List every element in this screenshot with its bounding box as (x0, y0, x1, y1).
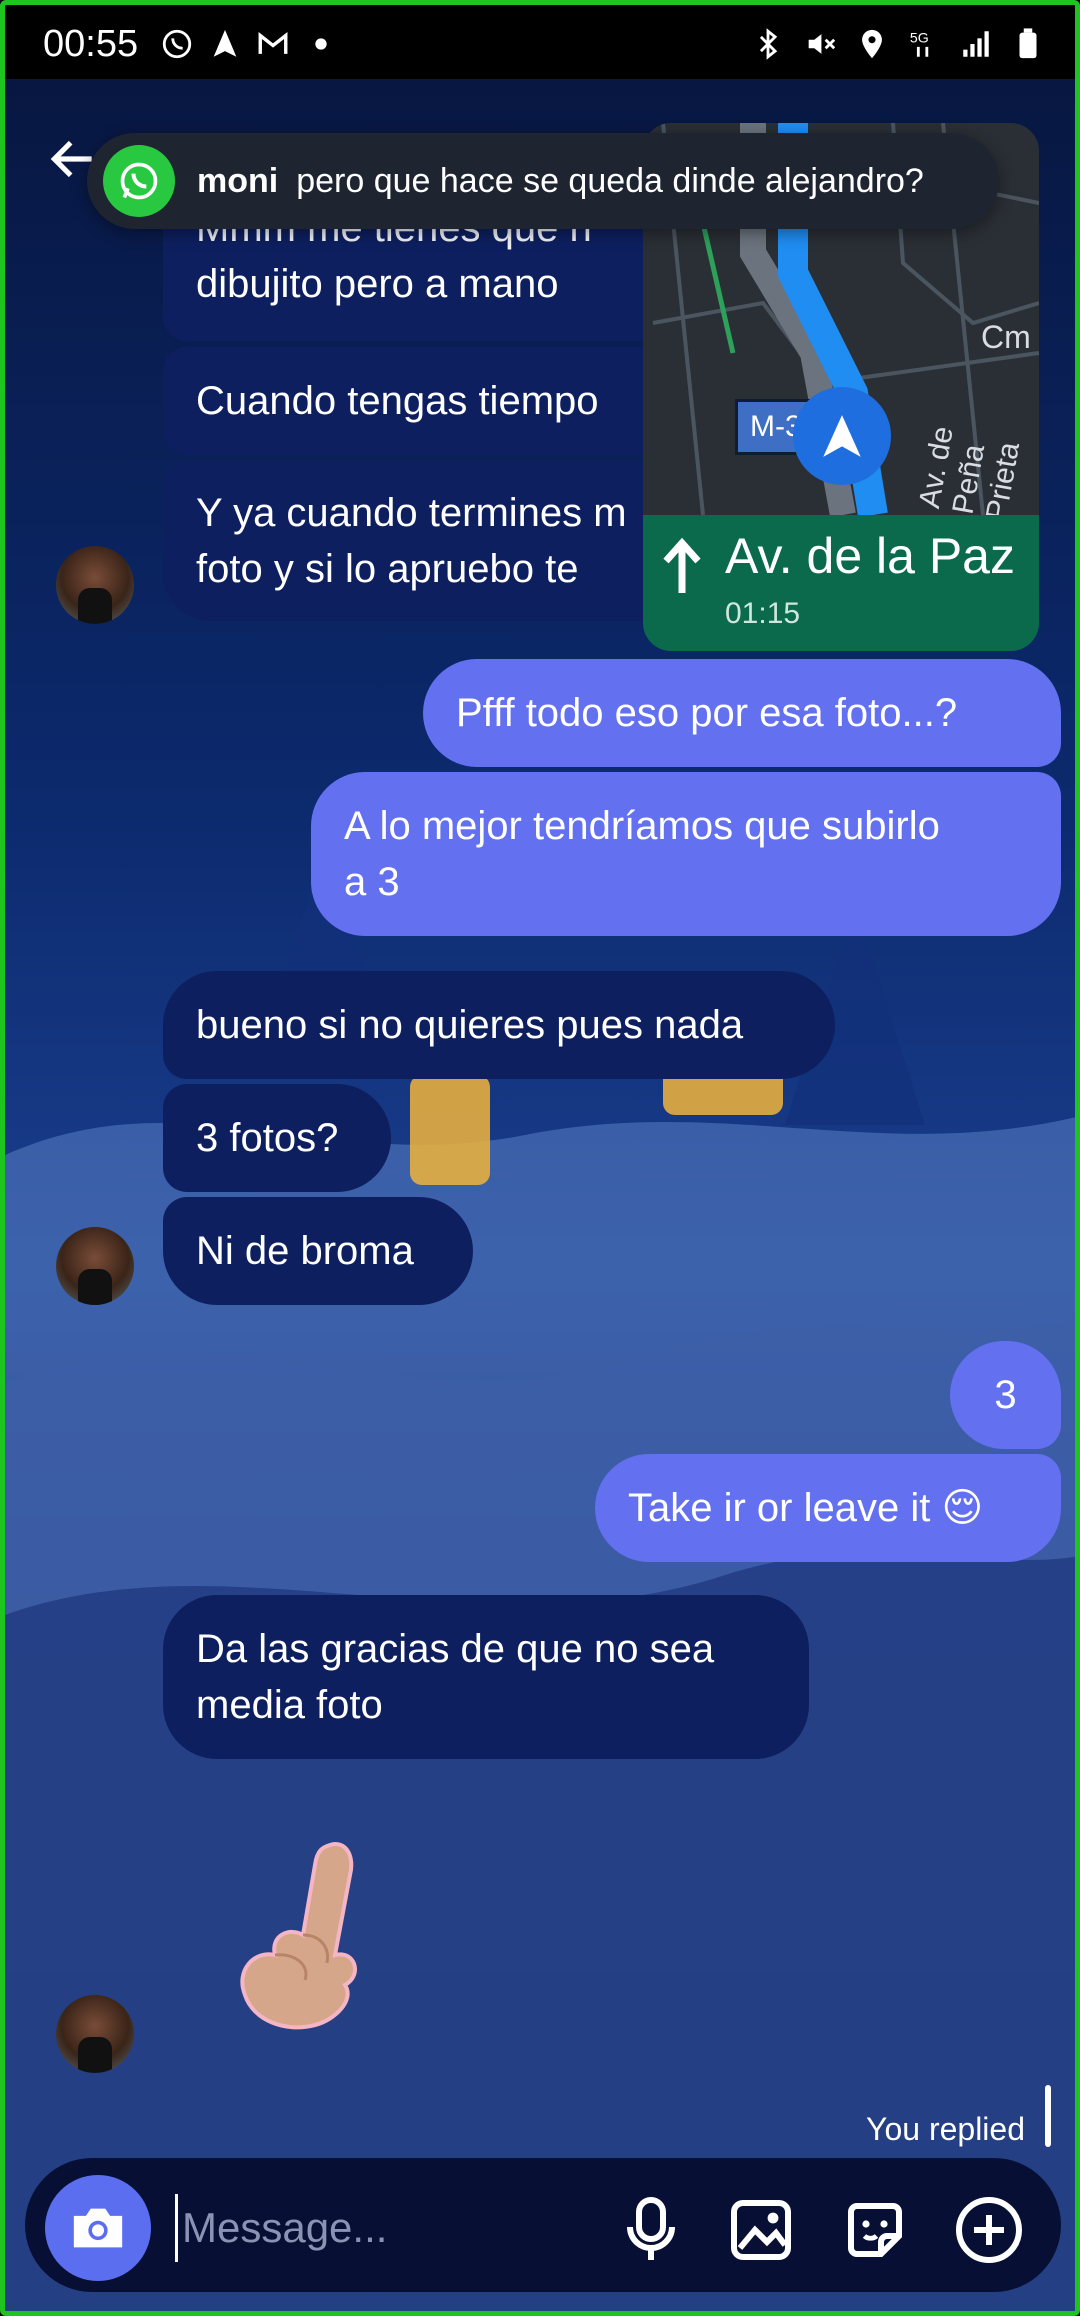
battery-icon (1019, 28, 1037, 59)
chat-screen: 00:55 5G Av. de Peña Prieta Cm M-30 Av. … (0, 0, 1080, 2316)
message-text: Da las gracias de que no sea (196, 1627, 715, 1671)
whatsapp-status-icon (162, 29, 192, 59)
contact-avatar[interactable] (56, 1227, 134, 1305)
navigation-arrow-icon (823, 415, 861, 457)
message-text: Pfff todo eso por esa foto...? (456, 691, 958, 735)
pointing-up-emoji-icon[interactable] (235, 1835, 385, 2035)
incoming-message[interactable]: 3 fotos? (163, 1084, 391, 1192)
outgoing-message[interactable]: A lo mejor tendríamos que subirlo a 3 (311, 772, 1061, 936)
navigation-street: Av. de la Paz (725, 528, 1015, 584)
straight-arrow-icon (663, 537, 701, 593)
scrollbar[interactable] (1045, 2085, 1051, 2147)
svg-text:5G: 5G (910, 31, 929, 47)
bluetooth-icon (759, 28, 778, 60)
map-street-label: Av. de Peña Prieta (913, 423, 1027, 523)
outgoing-message[interactable]: 3 (950, 1341, 1061, 1449)
sticker-icon[interactable] (839, 2194, 911, 2266)
notification-sender: moni (197, 161, 279, 200)
incoming-message[interactable]: Y ya cuando termines m foto y si lo apru… (163, 461, 683, 621)
message-text: 3 fotos? (196, 1116, 339, 1160)
message-text: A lo mejor tendríamos que subirlo (344, 804, 940, 848)
gallery-icon[interactable] (725, 2194, 797, 2266)
incoming-message[interactable]: bueno si no quieres pues nada (163, 971, 835, 1079)
message-text: bueno si no quieres pues nada (196, 1003, 744, 1047)
message-text: foto y si lo apruebo te (196, 547, 579, 591)
camera-button[interactable] (45, 2175, 151, 2281)
gmail-status-icon (258, 32, 288, 54)
notification-toast[interactable]: moni pero que hace se queda dinde alejan… (87, 133, 999, 229)
message-text: dibujito pero a mano (196, 262, 559, 306)
navigation-instruction: Av. de la Paz 01:15 (643, 515, 1039, 651)
outgoing-message[interactable]: Take ir or leave it 😌 (595, 1454, 1061, 1562)
message-text: Y ya cuando termines m (196, 491, 627, 535)
incoming-message[interactable]: Da las gracias de que no sea media foto (163, 1595, 809, 1759)
contact-avatar[interactable] (56, 1995, 134, 2073)
add-icon[interactable] (953, 2194, 1025, 2266)
incoming-message[interactable]: Cuando tengas tiempo (163, 347, 683, 455)
message-text: 3 (994, 1373, 1017, 1417)
status-time: 00:55 (43, 23, 139, 65)
map-street-label-2: Cm (981, 319, 1031, 355)
contact-avatar[interactable] (56, 546, 134, 624)
whatsapp-icon (103, 145, 175, 217)
navigation-eta: 01:15 (725, 597, 801, 630)
message-text: a 3 (344, 860, 400, 904)
message-composer (25, 2158, 1061, 2292)
camera-icon (73, 2208, 123, 2248)
signal-icon (963, 31, 989, 57)
mute-icon (808, 34, 836, 54)
message-input[interactable] (175, 2194, 584, 2262)
navigation-status-icon (213, 29, 237, 57)
location-icon (862, 29, 882, 59)
message-text: Cuando tengas tiempo (196, 379, 599, 423)
notification-text: pero que hace se queda dinde alejandro? (296, 161, 924, 200)
status-bar: 00:55 5G (5, 5, 1075, 79)
message-text: Take ir or leave it 😌 (628, 1486, 984, 1530)
navigation-position (793, 387, 891, 485)
incoming-message[interactable]: Ni de broma (163, 1197, 473, 1305)
dot-status-icon (315, 38, 327, 50)
outgoing-message[interactable]: Pfff todo eso por esa foto...? (423, 659, 1061, 767)
message-text: media foto (196, 1683, 383, 1727)
replied-label: You replied (866, 2111, 1025, 2147)
microphone-icon[interactable] (615, 2194, 687, 2266)
5g-icon: 5G (910, 31, 929, 57)
message-text: Ni de broma (196, 1229, 414, 1273)
background-window-light (410, 1075, 490, 1185)
